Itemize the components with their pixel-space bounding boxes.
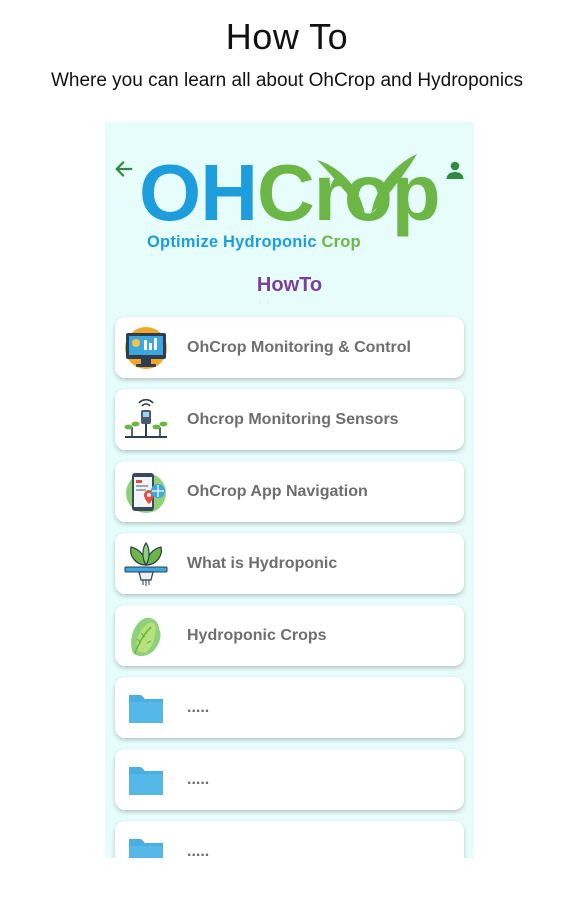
section-title: HowTo xyxy=(256,274,323,296)
back-button[interactable] xyxy=(113,158,135,180)
logo-tagline: Optimize Hydroponic Crop xyxy=(147,233,361,251)
folder-icon xyxy=(129,839,163,858)
list-item-hydroponic-crops[interactable]: Hydroponic Crops xyxy=(115,605,464,666)
list-item-app-navigation[interactable]: OhCrop App Navigation xyxy=(115,461,464,522)
page-subtitle: Where you can learn all about OhCrop and… xyxy=(50,70,524,91)
app-screen: OHCrop Optimize Hydroponic Crop HowTo xyxy=(105,122,474,858)
list-item-placeholder-3[interactable]: ..... xyxy=(115,821,464,858)
list-item-label: OhCrop App Navigation xyxy=(187,483,368,500)
list-item-label: ..... xyxy=(187,771,210,788)
list-item-what-is-hydroponic[interactable]: What is Hydroponic xyxy=(115,533,464,594)
folder-icon xyxy=(129,767,163,795)
list-item-label: OhCrop Monitoring & Control xyxy=(187,339,411,356)
list-item-label: ..... xyxy=(187,699,210,716)
page-title: How To xyxy=(225,16,349,57)
list-item-label: ..... xyxy=(187,843,210,858)
sensor-plant-icon xyxy=(124,398,168,438)
monitor-dashboard-icon xyxy=(125,327,167,369)
list-item-label: Hydroponic Crops xyxy=(187,627,327,644)
lettuce-icon xyxy=(131,617,161,656)
logo-oh: OH xyxy=(139,148,258,237)
arrow-left-icon xyxy=(115,161,133,177)
list-item-placeholder-2[interactable]: ..... xyxy=(115,749,464,810)
list-item-monitoring-sensors[interactable]: Ohcrop Monitoring Sensors xyxy=(115,389,464,450)
leaf-sprout-icon xyxy=(317,154,417,214)
phone-map-icon xyxy=(126,473,166,513)
person-icon xyxy=(446,161,464,179)
list-item-monitoring-control[interactable]: OhCrop Monitoring & Control xyxy=(115,317,464,378)
profile-button[interactable] xyxy=(443,158,467,182)
hydroponic-plant-icon xyxy=(124,541,168,586)
list-item-placeholder-1[interactable]: ..... xyxy=(115,677,464,738)
folder-icon xyxy=(129,695,163,723)
ohcrop-logo: OHCrop Optimize Hydroponic Crop xyxy=(139,153,441,254)
list-item-label: Ohcrop Monitoring Sensors xyxy=(187,411,399,428)
list-item-label: What is Hydroponic xyxy=(187,555,338,572)
